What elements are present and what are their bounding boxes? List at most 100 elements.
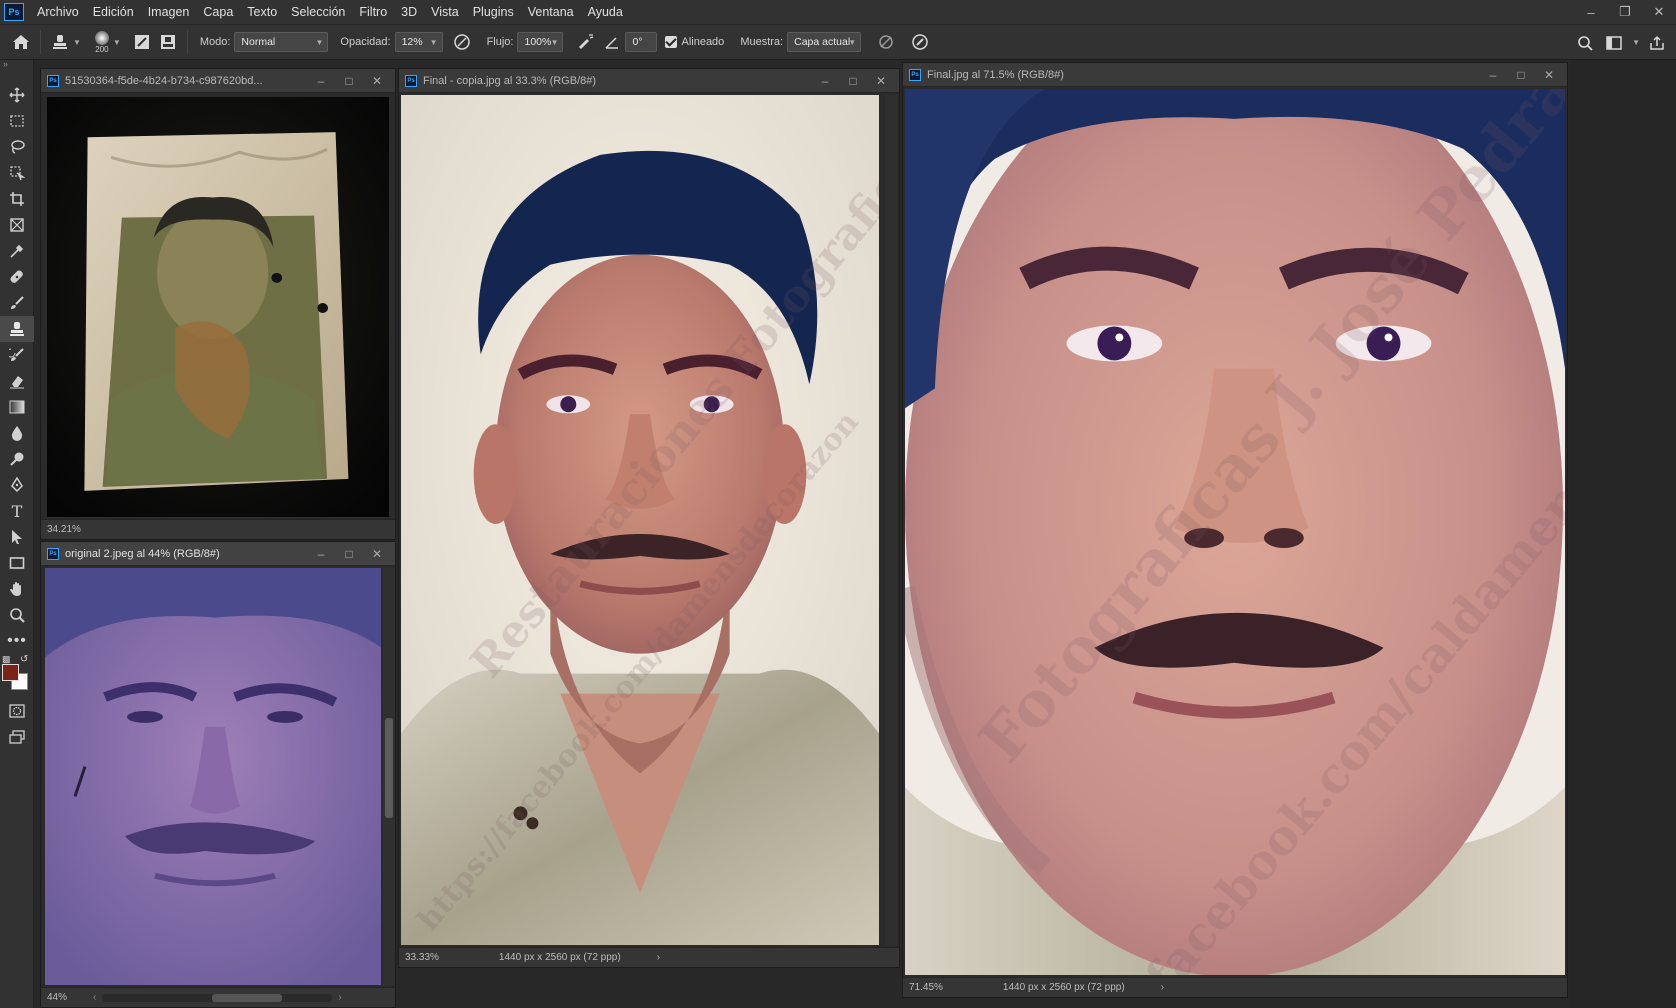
angle-input[interactable]: 0°	[625, 32, 658, 52]
swap-colors-icon[interactable]: ↺	[20, 654, 28, 665]
dodge-tool-icon[interactable]	[0, 446, 34, 472]
zoom-level[interactable]: 33.33%	[405, 952, 439, 963]
frame-tool-icon[interactable]	[0, 212, 34, 238]
menu-filtro[interactable]: Filtro	[352, 0, 394, 24]
document-canvas[interactable]	[47, 97, 389, 517]
zoom-tool-icon[interactable]	[0, 602, 34, 628]
airbrush-icon[interactable]	[573, 29, 599, 55]
mode-select[interactable]: Normal ▼	[234, 32, 329, 52]
workspace-caret-icon[interactable]: ▼	[1632, 30, 1640, 56]
move-tool-icon[interactable]	[0, 82, 34, 108]
quick-mask-icon[interactable]	[0, 698, 34, 724]
foreground-color-swatch[interactable]	[2, 664, 19, 681]
search-icon[interactable]	[1572, 30, 1598, 56]
healing-brush-tool-icon[interactable]	[0, 264, 34, 290]
document-canvas[interactable]	[45, 568, 381, 985]
scrollbar-thumb[interactable]	[385, 718, 393, 818]
preset-caret-icon[interactable]: ▼	[73, 38, 81, 47]
horizontal-scrollbar[interactable]	[102, 993, 333, 1002]
brush-settings-icon[interactable]	[129, 29, 155, 55]
menu-archivo[interactable]: Archivo	[30, 0, 86, 24]
zoom-level[interactable]: 71.45%	[909, 982, 943, 993]
menu-imagen[interactable]: Imagen	[141, 0, 197, 24]
close-doc-button[interactable]: ✕	[1535, 68, 1563, 82]
menu-3d[interactable]: 3D	[394, 0, 424, 24]
minimize-app-button[interactable]: –	[1574, 0, 1608, 24]
scroll-right-icon[interactable]: ›	[338, 992, 341, 1003]
document-tab[interactable]: Ps Final - copia.jpg al 33.3% (RGB/8#) –…	[399, 69, 899, 93]
zoom-level[interactable]: 44%	[47, 992, 67, 1003]
eraser-tool-icon[interactable]	[0, 368, 34, 394]
document-window-original-2[interactable]: Ps original 2.jpeg al 44% (RGB/8#) – □ ✕	[40, 541, 396, 1008]
aligned-checkbox[interactable]	[665, 36, 678, 48]
crop-tool-icon[interactable]	[0, 186, 34, 212]
document-window-damaged-photo[interactable]: Ps 51530364-f5de-4b24-b734-c987620bd... …	[40, 68, 396, 540]
lasso-tool-icon[interactable]	[0, 134, 34, 160]
maximize-doc-button[interactable]: □	[335, 547, 363, 561]
minimize-doc-button[interactable]: –	[307, 547, 335, 561]
hand-tool-icon[interactable]	[0, 576, 34, 602]
maximize-doc-button[interactable]: □	[1507, 68, 1535, 82]
document-window-final-copy[interactable]: Ps Final - copia.jpg al 33.3% (RGB/8#) –…	[398, 68, 900, 968]
vertical-scrollbar[interactable]	[885, 95, 897, 945]
clone-stamp-tool-icon[interactable]	[0, 316, 34, 342]
rectangle-tool-icon[interactable]	[0, 550, 34, 576]
opacity-input[interactable]: 12% ▼	[394, 32, 443, 52]
status-expand-icon[interactable]: ›	[657, 952, 660, 963]
pen-tool-icon[interactable]	[0, 472, 34, 498]
scroll-left-icon[interactable]: ‹	[93, 992, 96, 1003]
pressure-opacity-icon[interactable]	[449, 29, 475, 55]
ignore-adjustment-layers-icon[interactable]	[873, 29, 899, 55]
path-selection-tool-icon[interactable]	[0, 524, 34, 550]
menu-ventana[interactable]: Ventana	[521, 0, 581, 24]
collapse-panel-icon[interactable]: »	[0, 60, 33, 70]
clone-stamp-preset-icon[interactable]	[47, 29, 73, 55]
menu-capa[interactable]: Capa	[196, 0, 240, 24]
restore-app-button[interactable]: ❐	[1608, 0, 1642, 24]
workspace-icon[interactable]	[1602, 30, 1628, 56]
minimize-doc-button[interactable]: –	[811, 74, 839, 88]
eyedropper-tool-icon[interactable]	[0, 238, 34, 264]
close-doc-button[interactable]: ✕	[363, 74, 391, 88]
minimize-doc-button[interactable]: –	[1479, 68, 1507, 82]
document-tab[interactable]: Ps 51530364-f5de-4b24-b734-c987620bd... …	[41, 69, 395, 93]
type-tool-icon[interactable]: T	[0, 498, 34, 524]
history-brush-tool-icon[interactable]	[0, 342, 34, 368]
marquee-tool-icon[interactable]	[0, 108, 34, 134]
document-canvas[interactable]: Restauraciones Fotograficas https://face…	[401, 95, 879, 945]
close-app-button[interactable]: ✕	[1642, 0, 1676, 24]
home-icon[interactable]	[8, 29, 34, 55]
blur-tool-icon[interactable]	[0, 420, 34, 446]
zoom-level[interactable]: 34.21%	[47, 524, 81, 535]
menu-ayuda[interactable]: Ayuda	[581, 0, 630, 24]
object-selection-tool-icon[interactable]	[0, 160, 34, 186]
maximize-doc-button[interactable]: □	[335, 74, 363, 88]
minimize-doc-button[interactable]: –	[307, 74, 335, 88]
clone-source-panel-icon[interactable]	[155, 29, 181, 55]
menu-plugins[interactable]: Plugins	[466, 0, 521, 24]
document-tab[interactable]: Ps original 2.jpeg al 44% (RGB/8#) – □ ✕	[41, 542, 395, 566]
brush-caret-icon[interactable]: ▼	[113, 38, 121, 47]
menu-texto[interactable]: Texto	[240, 0, 284, 24]
flow-input[interactable]: 100% ▼	[517, 32, 564, 52]
menu-edicion[interactable]: Edición	[86, 0, 141, 24]
more-tools-icon[interactable]: •••	[0, 628, 34, 654]
close-doc-button[interactable]: ✕	[867, 74, 895, 88]
brush-size-picker[interactable]: 200	[94, 30, 109, 54]
brush-tool-icon[interactable]	[0, 290, 34, 316]
close-doc-button[interactable]: ✕	[363, 547, 391, 561]
vertical-scrollbar[interactable]	[383, 568, 395, 985]
pressure-size-icon[interactable]	[907, 29, 933, 55]
document-window-final[interactable]: Ps Final.jpg al 71.5% (RGB/8#) – □ ✕ 71.…	[902, 62, 1568, 998]
screen-mode-icon[interactable]	[0, 724, 34, 750]
share-icon[interactable]	[1644, 30, 1670, 56]
menu-vista[interactable]: Vista	[424, 0, 466, 24]
document-tab[interactable]: Ps Final.jpg al 71.5% (RGB/8#) – □ ✕	[903, 63, 1567, 87]
menu-seleccion[interactable]: Selección	[284, 0, 352, 24]
document-canvas[interactable]: Fotograficas J. José Pedraza facebook.co…	[905, 89, 1565, 975]
status-expand-icon[interactable]: ›	[1161, 982, 1164, 993]
scrollbar-thumb[interactable]	[212, 993, 283, 1002]
maximize-doc-button[interactable]: □	[839, 74, 867, 88]
gradient-tool-icon[interactable]	[0, 394, 34, 420]
sample-select[interactable]: Capa actual ▼	[787, 32, 862, 52]
